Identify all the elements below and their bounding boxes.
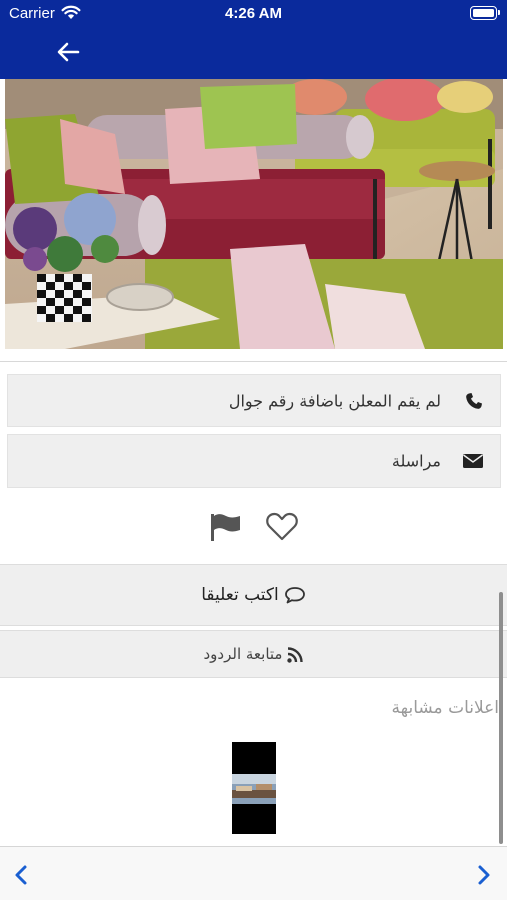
previous-button[interactable]: [10, 863, 32, 887]
favorite-button[interactable]: [264, 508, 300, 546]
app-header: Carrier 4:26 AM: [0, 0, 507, 79]
report-button[interactable]: [208, 508, 244, 546]
listing-photo[interactable]: [5, 79, 503, 349]
message-label: مراسلة: [391, 451, 441, 471]
comment-icon: [284, 587, 305, 604]
message-row[interactable]: مراسلة: [7, 434, 501, 488]
write-comment-content: اكتب تعليقا: [0, 585, 507, 605]
sofa-photo-image: [5, 79, 503, 349]
next-button[interactable]: [473, 863, 495, 887]
chevron-right-icon: [478, 865, 490, 885]
similar-ad-thumbnail[interactable]: [232, 742, 276, 834]
status-bar: Carrier 4:26 AM: [0, 0, 507, 28]
write-comment-label: اكتب تعليقا: [201, 585, 279, 605]
phone-status-text: لم يقم المعلن باضافة رقم جوال: [228, 391, 441, 410]
chevron-left-icon: [15, 865, 27, 885]
flag-icon: [211, 514, 240, 541]
bottom-nav-bar: [0, 846, 507, 900]
back-button[interactable]: [54, 38, 84, 66]
envelope-icon: [463, 454, 483, 468]
follow-replies-content: متابعة الردود: [0, 645, 507, 663]
phone-icon: [466, 392, 482, 409]
write-comment-button[interactable]: اكتب تعليقا: [0, 564, 507, 626]
similar-ad-image: [232, 742, 276, 834]
arrow-left-icon: [57, 42, 80, 62]
phone-contact-row[interactable]: لم يقم المعلن باضافة رقم جوال: [7, 374, 501, 427]
follow-replies-label: متابعة الردود: [203, 645, 283, 663]
follow-replies-button[interactable]: متابعة الردود: [0, 630, 507, 678]
battery-icon: [470, 6, 500, 20]
heart-icon: [266, 512, 298, 541]
rss-icon: [287, 646, 304, 663]
scrollbar[interactable]: [499, 592, 503, 844]
similar-ads-title: اعلانات مشابهة: [391, 698, 499, 718]
divider: [0, 361, 507, 362]
status-time: 4:26 AM: [225, 5, 282, 22]
